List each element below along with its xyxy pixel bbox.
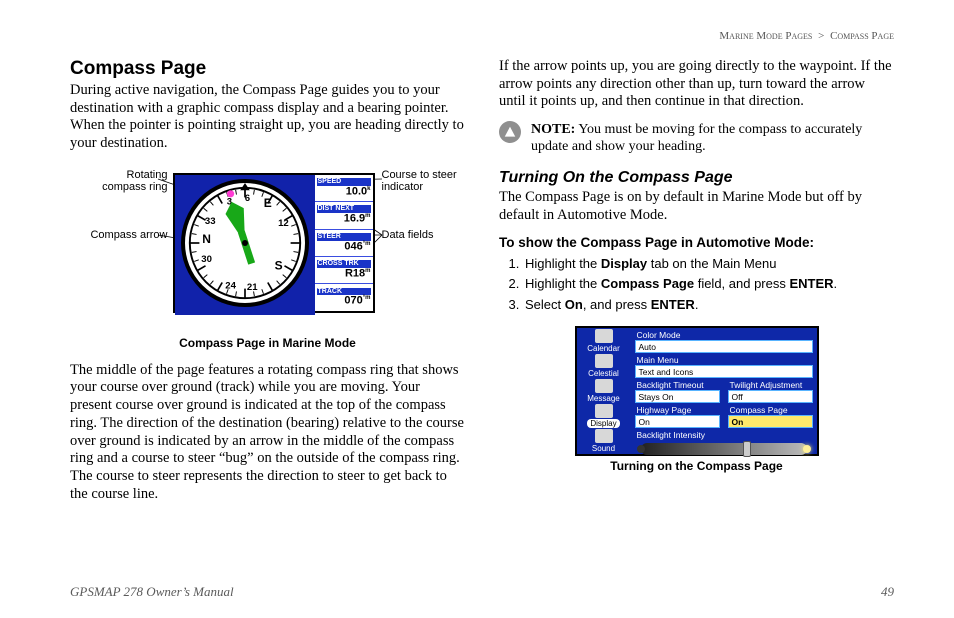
label-highway-page: Highway Page	[631, 403, 724, 415]
data-field-speed: SPEED 10.0k	[315, 175, 373, 202]
step-1: Highlight the Display tab on the Main Me…	[523, 254, 894, 275]
data-field-dist-next: DIST NEXT 16.9m	[315, 202, 373, 229]
svg-text:N: N	[202, 232, 211, 246]
field-highway-page[interactable]: On	[635, 415, 720, 428]
figure1-caption: Compass Page in Marine Mode	[70, 336, 465, 350]
svg-text:6: 6	[244, 193, 249, 204]
arrow-instruction: If the arrow points up, you are going di…	[499, 58, 894, 111]
page-footer: GPSMAP 278 Owner’s Manual 49	[70, 584, 894, 600]
figure2-caption: Turning on the Compass Page	[575, 459, 819, 473]
data-field-steer: STEER 046°m	[315, 230, 373, 257]
data-fields-column: SPEED 10.0k DIST NEXT 16.9m STEER 046°m	[315, 175, 373, 311]
steps-list: Highlight the Display tab on the Main Me…	[523, 254, 894, 316]
note-body: You must be moving for the compass to ac…	[531, 122, 862, 154]
left-column: Compass Page During active navigation, t…	[70, 58, 465, 513]
right-column: If the arrow points up, you are going di…	[499, 58, 894, 513]
compass-device-screenshot: E S N 3 6 12 21 24 30	[173, 173, 375, 313]
svg-text:24: 24	[225, 280, 236, 291]
page-number: 49	[881, 584, 894, 600]
compass-description: The middle of the page features a rotati…	[70, 362, 465, 504]
label-twilight: Twilight Adjustment	[724, 378, 817, 390]
default-state-note: The Compass Page is on by default in Mar…	[499, 189, 894, 224]
compass-ring: E S N 3 6 12 21 24 30	[181, 179, 309, 307]
tab-sound[interactable]: Sound	[577, 429, 631, 454]
label-main-menu: Main Menu	[631, 353, 817, 365]
manual-title: GPSMAP 278 Owner’s Manual	[70, 584, 234, 600]
svg-text:E: E	[263, 196, 271, 210]
label-backlight-timeout: Backlight Timeout	[631, 378, 724, 390]
annot-rotating-ring: Rotating compass ring	[88, 169, 168, 194]
note-label: NOTE:	[531, 122, 575, 137]
tab-message[interactable]: Message	[577, 378, 631, 403]
svg-text:33: 33	[204, 216, 215, 227]
annot-course-to-steer: Course to steer indicator	[382, 169, 462, 194]
menu-figure: Calendar Celestial Message Display Sound…	[575, 326, 819, 473]
field-compass-page[interactable]: On	[728, 415, 813, 428]
data-field-cross-trk: CROSS TRK R18m	[315, 257, 373, 284]
instructions-heading: To show the Compass Page in Automotive M…	[499, 235, 894, 250]
svg-text:S: S	[274, 258, 282, 272]
svg-text:12: 12	[278, 218, 289, 229]
field-main-menu[interactable]: Text and Icons	[635, 365, 813, 378]
breadcrumb-b: Compass Page	[830, 30, 894, 42]
svg-text:21: 21	[246, 282, 257, 293]
tab-display[interactable]: Display	[577, 404, 631, 429]
label-compass-page: Compass Page	[724, 403, 817, 415]
label-backlight-intensity: Backlight Intensity	[631, 428, 817, 440]
page-title: Compass Page	[70, 58, 465, 80]
annot-data-fields: Data fields	[382, 229, 462, 242]
field-color-mode[interactable]: Auto	[635, 340, 813, 353]
step-2: Highlight the Compass Page field, and pr…	[523, 274, 894, 295]
breadcrumb: Marine Mode Pages > Compass Page	[719, 30, 894, 42]
backlight-slider[interactable]	[641, 443, 807, 455]
label-color-mode: Color Mode	[631, 328, 817, 340]
field-backlight-timeout[interactable]: Stays On	[635, 390, 720, 403]
svg-text:30: 30	[201, 254, 212, 265]
course-to-steer-bug	[227, 190, 234, 197]
annot-compass-arrow: Compass arrow	[88, 229, 168, 242]
note-block: NOTE: You must be moving for the compass…	[499, 121, 894, 155]
tab-celestial[interactable]: Celestial	[577, 353, 631, 378]
breadcrumb-a: Marine Mode Pages	[719, 30, 812, 42]
breadcrumb-sep: >	[818, 30, 824, 42]
data-field-track: TRACK 070°m	[315, 284, 373, 310]
note-icon	[499, 121, 521, 143]
intro-paragraph: During active navigation, the Compass Pa…	[70, 82, 465, 153]
tab-calendar[interactable]: Calendar	[577, 328, 631, 353]
compass-figure: Rotating compass ring Compass arrow Cour…	[70, 163, 465, 350]
field-twilight[interactable]: Off	[728, 390, 813, 403]
menu-device-screenshot: Calendar Celestial Message Display Sound…	[575, 326, 819, 456]
step-3: Select On, and press ENTER.	[523, 295, 894, 316]
sub-heading: Turning On the Compass Page	[499, 169, 894, 187]
